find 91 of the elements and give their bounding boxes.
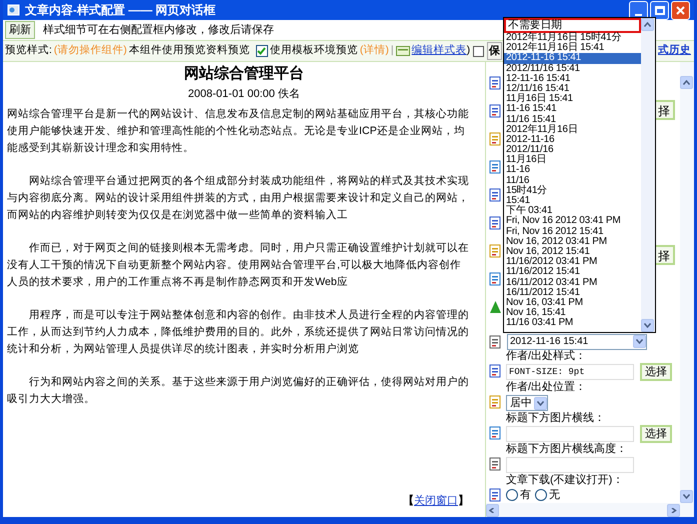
document-icon[interactable] (489, 76, 502, 90)
close-button[interactable] (671, 0, 690, 20)
date-format-option[interactable]: 2012年11月16日 (504, 124, 641, 135)
date-format-option[interactable]: 2012-11-16 15:41 (504, 53, 641, 64)
date-format-option[interactable]: 11月16日 15:41 (504, 94, 641, 104)
select-button[interactable]: 选择 (640, 363, 672, 381)
date-format-option[interactable]: Fri, Nov 16 2012 15:41 (504, 226, 641, 237)
refresh-button[interactable]: 刷新 (5, 21, 35, 39)
radio-label: 有 (520, 488, 531, 502)
document-icon[interactable] (489, 216, 502, 230)
extra-checkbox[interactable] (473, 46, 484, 56)
date-format-option[interactable]: Fri, Nov 16 2012 03:41 PM (504, 216, 641, 227)
date-format-option[interactable]: 12/11/16 15:41 (504, 84, 641, 94)
article-meta: 2008-01-01 00:00 佚名 (187, 87, 301, 102)
stylesheet-icon (396, 46, 410, 56)
document-icon[interactable] (489, 188, 502, 202)
text-field[interactable] (506, 426, 634, 442)
date-format-option[interactable]: 11/16 03:41 PM (504, 318, 641, 328)
scroll-right-icon[interactable] (667, 504, 680, 516)
date-format-option[interactable]: 2012/11/16 (504, 145, 641, 156)
date-format-option[interactable]: 11/16 15:41 (504, 114, 641, 125)
vertical-scrollbar[interactable] (680, 62, 694, 503)
text-field[interactable]: FONT-SIZE: 9pt (506, 364, 634, 380)
scroll-left-icon[interactable] (486, 504, 499, 516)
date-format-option[interactable]: Nov 16, 2012 15:41 (504, 246, 641, 258)
scroll-down-icon[interactable] (680, 490, 693, 503)
date-format-option[interactable]: 12-11-16 15:41 (504, 74, 641, 84)
article-paragraph: 网站综合管理平台是新一代的网站设计、信息发布及信息定制的网站基础应用平台，其核心功能使用户能够快速开发、维护和管理高性能的个性化动态站点。无论是专业ICP还是企业网站，均能感受到其崭新设计理念和实用特性。 (7, 107, 469, 156)
horizontal-scrollbar[interactable] (486, 503, 694, 517)
window-title: 文章内容-样式配置 —— 网页对话框 (25, 2, 216, 19)
article-paragraph: 网站综合管理平台通过把网页的各个组成部分封装成功能组件，将网站的样式及其技术实现与内容彻底分离。网站的设计采用组件拼装的方式，由用户根据需要来设计和定义自己的网站，而网站的内容维护则转变为仅仅是在浏览器中做一些简单的资料输入工 (7, 174, 469, 223)
toolbar-hint: 样式细节可在右侧配置框内修改，修改后请保存 (43, 22, 274, 38)
position-select[interactable]: 居中 (506, 395, 548, 411)
date-format-option[interactable]: 15:41 (504, 196, 641, 206)
date-format-option[interactable]: 11-16 (504, 165, 641, 176)
style-history-link[interactable]: 式历史 (658, 43, 691, 59)
warning-text: (请勿操作组件) (54, 43, 127, 58)
date-format-option[interactable]: 11/16/2012 15:41 (504, 267, 641, 278)
field-label: 文章下载(不建议打开)： (506, 474, 624, 487)
date-format-option[interactable]: 16/11/2012 03:41 PM (504, 278, 641, 288)
date-format-option[interactable]: 15时41分 (504, 186, 641, 196)
date-format-option[interactable]: Nov 16, 15:41 (504, 308, 641, 318)
separator-text: | (390, 43, 394, 58)
date-format-option[interactable]: 不需要日期 (504, 18, 641, 33)
close-icon (676, 6, 685, 14)
text-field[interactable] (506, 457, 634, 473)
field-label: 作者/出处位置： (506, 381, 588, 394)
article-title: 网站综合管理平台 (183, 64, 305, 84)
date-format-option[interactable]: 2012-11-16 (504, 134, 641, 146)
scroll-up-icon[interactable] (641, 18, 654, 31)
field-label: 标题下方图片横线： (506, 412, 606, 425)
maximize-button[interactable] (650, 0, 669, 20)
date-format-option[interactable]: 2012年11月16日 15时41分 (504, 33, 641, 44)
close-window-link[interactable]: 关闭窗口 (414, 492, 458, 509)
dropdown-scrollbar[interactable] (641, 18, 655, 332)
date-format-select[interactable]: 2012-11-16 15:41 (507, 334, 647, 350)
document-icon[interactable] (489, 488, 502, 502)
date-format-option[interactable]: 16/11/2012 15:41 (504, 288, 641, 298)
template-checkbox[interactable] (256, 45, 268, 57)
article-paragraph: 作而已，对于网页之间的链接则根本无需考虑。同时，用户只需正确设置维护计划就可以在没有人工干预的情况下自动更新整个网站内容。使用网站合管理平台,可以极大地降低内容创作人员的技术要求，用户的工作重点将不再是制作静态网页和开发Web应 (7, 241, 469, 290)
minimize-button[interactable] (629, 0, 648, 20)
bracket-open: 【 (403, 494, 414, 508)
edit-stylesheet-link[interactable]: 编辑样式表 (412, 43, 467, 59)
date-format-option[interactable]: 11-16 15:41 (504, 104, 641, 114)
page-icon (7, 3, 21, 17)
date-format-option[interactable]: Nov 16, 2012 03:41 PM (504, 236, 641, 247)
document-icon[interactable] (489, 364, 502, 378)
article-paragraph: 行为和网站内容之间的关系。基于这些来源于用户浏览偏好的正确评估，使得网站对用户的吸引力大大增强。 (7, 375, 469, 407)
preview-label: 预览样式: (5, 43, 52, 58)
field-label: 标题下方图片横线高度： (506, 443, 628, 456)
scroll-down-icon[interactable] (641, 319, 654, 332)
radio-label: 无 (549, 488, 560, 502)
close-paren: ) (466, 43, 470, 58)
field-label: 作者/出处样式： (506, 350, 588, 363)
select-button[interactable]: 选择 (640, 425, 672, 443)
date-format-option[interactable]: 下午 03:41 (504, 206, 641, 216)
article-paragraph: 用程序，而是可以专注于网站整体创意和内容的创作。由非技术人员进行全程的内容管理的工作，从而达到节约人力成本，降低维护费用的目的。此外，系统还提供了网站日常访问情况的统计和分析，为网站管理人员提供详尽的统计图表，并实时分析用户浏览 (7, 308, 469, 357)
preview-note: 本组件使用预览资料预览 (128, 43, 250, 58)
date-format-option[interactable]: 11/16 (504, 176, 641, 186)
document-icon[interactable] (489, 104, 502, 118)
radio-button[interactable] (506, 489, 518, 501)
date-format-option[interactable]: Nov 16, 03:41 PM (504, 298, 641, 308)
bracket-close: 】 (458, 494, 469, 508)
date-format-option[interactable]: 2012/11/16 15:41 (504, 64, 641, 74)
date-format-option[interactable]: 11月16日 (504, 155, 641, 166)
checkbox-label: 使用模板环境预览 (270, 43, 358, 58)
radio-button[interactable] (535, 489, 547, 501)
save-button[interactable]: 保 (487, 42, 502, 60)
scroll-up-icon[interactable] (680, 76, 693, 89)
date-format-option[interactable]: 2012年11月16日 15:41 (504, 43, 641, 54)
date-format-option[interactable]: 11/16/2012 03:41 PM (504, 257, 641, 268)
